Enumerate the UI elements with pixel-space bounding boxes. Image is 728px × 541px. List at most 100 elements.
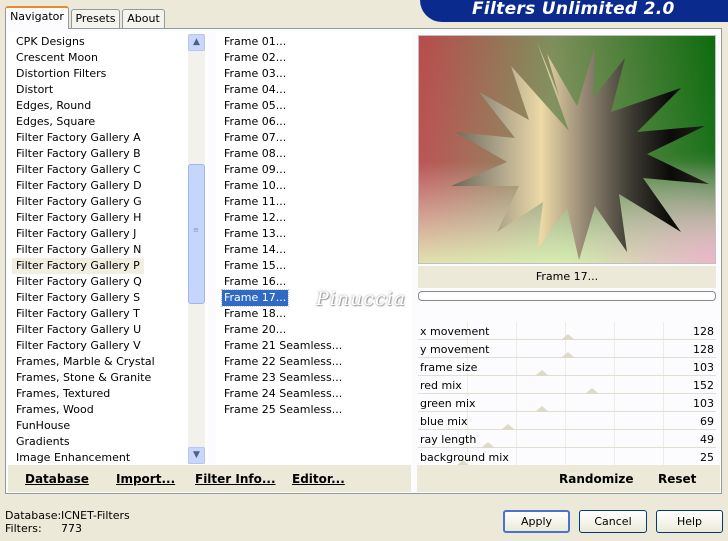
slider-tick (565, 430, 566, 448)
filter-item[interactable]: Frame 18... (224, 306, 286, 322)
slider-label: background mix (420, 451, 509, 464)
filter-item[interactable]: Frame 12... (224, 210, 286, 226)
tab-about[interactable]: About (122, 9, 165, 28)
filter-item[interactable]: Frame 03... (224, 66, 286, 82)
category-item[interactable]: Filter Factory Gallery B (16, 146, 141, 162)
category-item[interactable]: Frames, Wood (16, 402, 94, 418)
filter-item[interactable]: Frame 16... (224, 274, 286, 290)
slider-row[interactable]: green mix 103 (418, 394, 716, 412)
filter-item[interactable]: Frame 08... (224, 146, 286, 162)
category-item[interactable]: Image Enhancement (16, 450, 130, 466)
slider-label: frame size (420, 361, 478, 374)
category-item[interactable]: Filter Factory Gallery V (16, 338, 141, 354)
category-item[interactable]: Distortion Filters (16, 66, 106, 82)
slider-tick (565, 376, 566, 394)
slider-tick (516, 322, 517, 340)
filter-item[interactable]: Frame 20... (224, 322, 286, 338)
slider-tick (614, 430, 615, 448)
apply-button[interactable]: Apply (503, 510, 570, 533)
randomize-button[interactable]: Randomize (559, 472, 633, 486)
reset-button[interactable]: Reset (658, 472, 696, 486)
filter-item[interactable]: Frame 09... (224, 162, 286, 178)
category-item[interactable]: Filter Factory Gallery J (16, 226, 136, 242)
category-item[interactable]: Filter Factory Gallery U (16, 322, 141, 338)
category-item[interactable]: Filter Factory Gallery D (16, 178, 142, 194)
tab-presets[interactable]: Presets (71, 9, 120, 28)
filter-item[interactable]: Frame 13... (224, 226, 286, 242)
cancel-button[interactable]: Cancel (579, 510, 647, 533)
watermark-text: Pinuccia (316, 288, 407, 310)
slider-value: 128 (693, 325, 714, 338)
category-scrollbar[interactable]: ▲ ≡ ▼ (188, 34, 205, 464)
scroll-thumb[interactable]: ≡ (188, 164, 205, 304)
progress-bar (418, 291, 716, 301)
filter-item[interactable]: Frame 07... (224, 130, 286, 146)
category-item[interactable]: CPK Designs (16, 34, 85, 50)
slider-value: 103 (693, 397, 714, 410)
database-button[interactable]: Database (25, 472, 89, 486)
slider-row[interactable]: y movement 128 (418, 340, 716, 358)
filter-info-button[interactable]: Filter Info... (195, 472, 276, 486)
slider-tick (516, 412, 517, 430)
slider-label: ray length (420, 433, 477, 446)
filter-item[interactable]: Frame 15... (224, 258, 286, 274)
filter-item[interactable]: Frame 22 Seamless... (224, 354, 342, 370)
category-item[interactable]: Filter Factory Gallery T (16, 306, 140, 322)
preview-image (418, 35, 716, 264)
slider-row[interactable]: red mix 152 (418, 376, 716, 394)
slider-value: 69 (700, 415, 714, 428)
slider-value: 25 (700, 451, 714, 464)
filter-item[interactable]: Frame 02... (224, 50, 286, 66)
filter-item[interactable]: Frame 24 Seamless... (224, 386, 342, 402)
scroll-up-icon[interactable]: ▲ (188, 34, 205, 51)
category-item[interactable]: Filter Factory Gallery P (12, 258, 144, 274)
database-value: ICNET-Filters (61, 509, 130, 522)
filter-item[interactable]: Frame 04... (224, 82, 286, 98)
filter-item[interactable]: Frame 05... (224, 98, 286, 114)
filter-item[interactable]: Frame 23 Seamless... (224, 370, 342, 386)
slider-label: y movement (420, 343, 490, 356)
category-item[interactable]: Edges, Round (16, 98, 91, 114)
scroll-down-icon[interactable]: ▼ (188, 447, 205, 464)
slider-value: 103 (693, 361, 714, 374)
category-item[interactable]: Filter Factory Gallery Q (16, 274, 142, 290)
import-button[interactable]: Import... (116, 472, 175, 486)
slider-row[interactable]: frame size 103 (418, 358, 716, 376)
preview-label: Frame 17... (418, 266, 716, 288)
help-button[interactable]: Help (656, 510, 723, 533)
editor-button[interactable]: Editor... (292, 472, 345, 486)
category-item[interactable]: Frames, Marble & Crystal (16, 354, 155, 370)
category-item[interactable]: Filter Factory Gallery H (16, 210, 141, 226)
slider-tick (565, 412, 566, 430)
filter-item[interactable]: Frame 17... (220, 289, 290, 307)
filter-item[interactable]: Frame 01... (224, 34, 286, 50)
slider-tick (663, 340, 664, 358)
slider-tick (663, 430, 664, 448)
category-item[interactable]: Gradients (16, 434, 70, 450)
slider-tick (663, 394, 664, 412)
category-item[interactable]: Frames, Textured (16, 386, 110, 402)
category-item[interactable]: Filter Factory Gallery N (16, 242, 141, 258)
filters-count-label: Filters: (5, 522, 42, 535)
filter-item[interactable]: Frame 14... (224, 242, 286, 258)
slider-row[interactable]: background mix 25 (418, 448, 716, 466)
filter-item[interactable]: Frame 11... (224, 194, 286, 210)
category-item[interactable]: FunHouse (16, 418, 70, 434)
slider-row[interactable]: x movement 128 (418, 322, 716, 340)
slider-row[interactable]: blue mix 69 (418, 412, 716, 430)
filter-item[interactable]: Frame 21 Seamless... (224, 338, 342, 354)
category-item[interactable]: Distort (16, 82, 53, 98)
category-item[interactable]: Filter Factory Gallery A (16, 130, 141, 146)
category-item[interactable]: Filter Factory Gallery C (16, 162, 141, 178)
tab-navigator[interactable]: Navigator (5, 6, 69, 29)
category-item[interactable]: Crescent Moon (16, 50, 98, 66)
filter-item[interactable]: Frame 06... (224, 114, 286, 130)
category-item[interactable]: Edges, Square (16, 114, 95, 130)
category-item[interactable]: Frames, Stone & Granite (16, 370, 151, 386)
filter-item[interactable]: Frame 25 Seamless... (224, 402, 342, 418)
category-item[interactable]: Filter Factory Gallery G (16, 194, 142, 210)
category-item[interactable]: Filter Factory Gallery S (16, 290, 140, 306)
slider-row[interactable]: ray length 49 (418, 430, 716, 448)
slider-tick (565, 358, 566, 376)
filter-item[interactable]: Frame 10... (224, 178, 286, 194)
